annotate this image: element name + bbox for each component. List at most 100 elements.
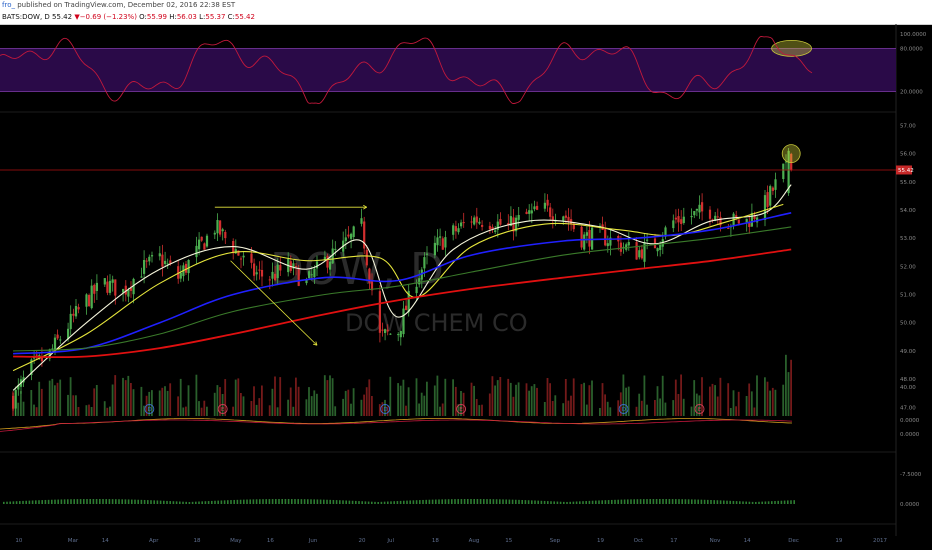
- oscillator-bar: [249, 499, 251, 504]
- volume-bar: [48, 380, 51, 416]
- symbol-legend: BATS:DOW, D 55.42 ▼−0.69 (−1.23%) O:55.9…: [2, 13, 255, 22]
- time-axis[interactable]: 10 Mar 14 Apr 18 May 16 Jun 20 Jul 18 Aug 15 Sep 19 Oct…: [15, 538, 887, 544]
- volume-bar: [360, 399, 363, 416]
- candle-body: [258, 269, 261, 271]
- oscillator-bar: [550, 501, 552, 504]
- oscillator-bar: [22, 500, 24, 504]
- oscillator-bar: [633, 499, 635, 504]
- oscillator-bar: [777, 500, 779, 504]
- oscillator-bar: [211, 500, 213, 504]
- volume-bar: [769, 390, 771, 416]
- volume-bar: [232, 406, 234, 416]
- volume-bar: [371, 396, 373, 416]
- volume-bar: [67, 394, 69, 416]
- oscillator-tick-label: 0.0000: [900, 432, 920, 438]
- candle-body: [164, 260, 167, 264]
- volume-bar: [38, 381, 41, 416]
- volume-bar: [179, 378, 182, 416]
- volume-bar: [601, 383, 604, 416]
- oscillator-bar: [646, 499, 648, 504]
- oscillator-bar: [671, 499, 674, 504]
- oscillator-bar: [223, 500, 226, 504]
- last-price: 55.42: [52, 13, 73, 21]
- oscillator-bar: [284, 499, 287, 504]
- oscillator-bar: [188, 501, 191, 504]
- oscillator-bar: [697, 499, 699, 504]
- candle-body: [533, 206, 536, 210]
- candle-body: [397, 334, 400, 336]
- volume-bar: [491, 376, 494, 416]
- candle-body: [682, 216, 685, 223]
- volume-bar: [436, 375, 439, 416]
- candle-body: [564, 215, 567, 218]
- volume-bar: [287, 399, 289, 416]
- high-label: H:: [169, 13, 177, 21]
- volume-bar: [585, 404, 588, 416]
- volume-bar: [475, 399, 478, 416]
- candle-body: [549, 207, 552, 217]
- author-link[interactable]: fro_: [2, 1, 15, 9]
- candle-body: [347, 234, 350, 237]
- price-tick-label: 50.00: [900, 321, 916, 327]
- symbol-name[interactable]: BATS:DOW, D: [2, 13, 50, 21]
- chart-canvas[interactable]: DOW, D DOW CHEM CO DEDEDE 55.4257.0056.0…: [0, 24, 932, 550]
- date-tick-label: Aug: [469, 538, 480, 544]
- watermark-name: DOW CHEM CO: [345, 309, 528, 337]
- oscillator-bar: [700, 499, 703, 504]
- volume-bar: [130, 383, 132, 416]
- price-axis[interactable]: 55.42 57.00 56.00 55.00 54.00 53.00 52.00 51.00…: [896, 32, 927, 508]
- volume-bar: [350, 403, 352, 416]
- volume-bar: [72, 395, 75, 416]
- volume-bar: [517, 382, 520, 416]
- volume-bar: [591, 380, 593, 416]
- oscillator-bar: [108, 499, 111, 504]
- price-change: ▼−0.69 (−1.23%): [74, 13, 137, 21]
- candle-body: [499, 219, 502, 225]
- oscillator-bar: [326, 499, 328, 504]
- oscillator-bar: [268, 499, 271, 504]
- candle-body: [698, 204, 701, 213]
- volume-bar: [344, 390, 347, 416]
- candle-body: [674, 217, 677, 220]
- rsi-tick-label: 80.0000: [900, 46, 923, 52]
- oscillator-bar: [441, 499, 443, 504]
- oscillator-bar: [761, 501, 763, 504]
- candle-body: [221, 229, 224, 232]
- candle-body: [436, 237, 439, 246]
- volume-bar: [289, 387, 292, 416]
- volume-bar: [664, 402, 667, 416]
- volume-bar: [599, 408, 601, 416]
- oscillator-bar: [47, 499, 50, 504]
- oscillator-bar: [739, 501, 741, 504]
- volume-bar: [271, 388, 274, 416]
- candle-body: [766, 192, 769, 207]
- oscillator-bar: [111, 499, 114, 504]
- oscillator-bar: [454, 499, 456, 504]
- volume-bar: [748, 383, 751, 416]
- oscillator-bar: [364, 501, 367, 504]
- volume-bar: [405, 405, 407, 416]
- oscillator-bar: [79, 499, 82, 504]
- oscillator-bar: [137, 499, 139, 504]
- date-tick-label: Dec: [788, 538, 799, 544]
- volume-bar: [20, 391, 22, 416]
- volume-bar: [732, 390, 735, 416]
- oscillator-bar: [175, 501, 178, 504]
- volume-bar: [127, 375, 130, 416]
- oscillator-bar: [767, 501, 770, 504]
- volume-bar: [164, 386, 166, 416]
- oscillator-bar: [217, 500, 219, 504]
- volume-bar: [439, 406, 441, 416]
- volume-bar: [604, 394, 606, 416]
- oscillator-bar: [150, 500, 152, 504]
- oscillator-bar: [771, 501, 773, 504]
- candle-body: [551, 216, 554, 221]
- candle-body: [763, 195, 767, 220]
- volume-bar: [365, 387, 368, 416]
- low-value: 55.37: [205, 13, 226, 21]
- oscillator-bar: [684, 499, 687, 504]
- oscillator-bar: [44, 499, 47, 504]
- volume-bar: [680, 374, 682, 416]
- volume-bar: [729, 408, 732, 416]
- oscillator-bar: [505, 499, 507, 504]
